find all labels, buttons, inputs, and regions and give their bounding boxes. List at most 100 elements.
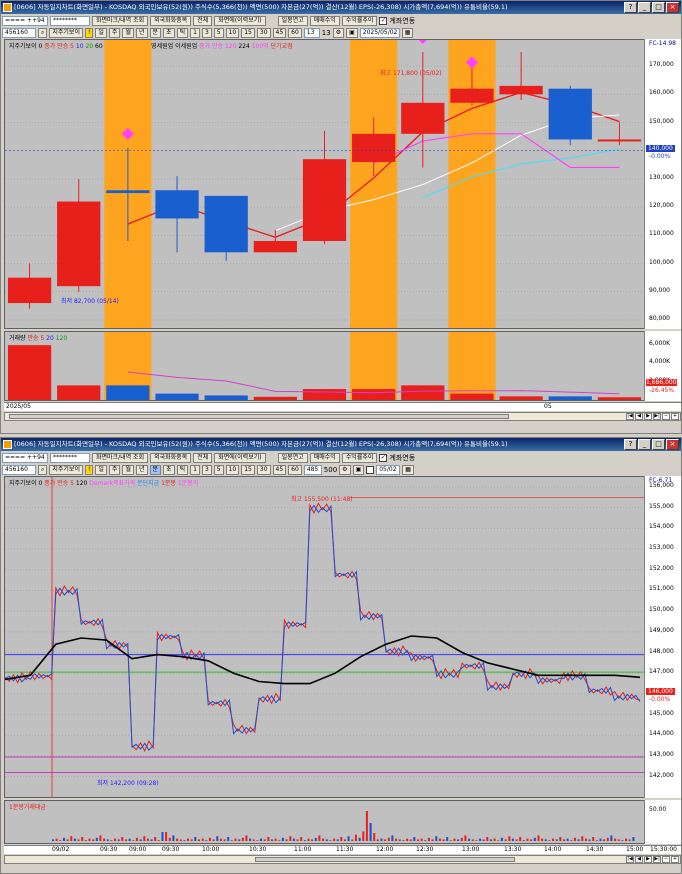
- scroll-next-icon[interactable]: ▶: [644, 856, 652, 863]
- interval-5[interactable]: 5: [213, 27, 224, 38]
- period-minute[interactable]: 분: [149, 27, 162, 38]
- volume-axis[interactable]: 50.00: [644, 800, 681, 844]
- volume-chart-panel[interactable]: 거래량 만승 5 20 120: [4, 331, 645, 401]
- interval-10[interactable]: 10: [225, 464, 240, 475]
- interval-30[interactable]: 30: [256, 464, 271, 475]
- zoom-out-icon[interactable]: −: [662, 413, 670, 420]
- interval-30[interactable]: 30: [256, 27, 271, 38]
- zoom-out-icon[interactable]: −: [662, 856, 670, 863]
- help-button[interactable]: ?: [624, 2, 637, 13]
- period-month[interactable]: 월: [122, 27, 134, 38]
- interval-3[interactable]: 3: [201, 27, 212, 38]
- query-button[interactable]: 화면마크/내역 조회: [92, 452, 149, 463]
- scroll-prev-icon[interactable]: ◀: [635, 856, 643, 863]
- period-minute[interactable]: 분: [149, 464, 162, 475]
- minimize-button[interactable]: _: [638, 439, 651, 450]
- date-input[interactable]: 2025/05/02: [359, 27, 400, 38]
- close-button[interactable]: ×: [666, 439, 679, 450]
- period-day[interactable]: 일: [95, 464, 107, 475]
- maximize-button[interactable]: □: [652, 2, 665, 13]
- price-axis[interactable]: FC-14.98 170,000 160,000 150,000 140,000 130…: [644, 39, 681, 329]
- period-month[interactable]: 월: [122, 464, 134, 475]
- maximize-button[interactable]: □: [652, 439, 665, 450]
- interval-45[interactable]: 45: [272, 464, 287, 475]
- period-week[interactable]: 주: [108, 464, 121, 475]
- query-button[interactable]: 화면마크/내역 조회: [92, 15, 149, 26]
- daily-button[interactable]: 일봉연고: [277, 452, 308, 463]
- scroll-last-icon[interactable]: ▶|: [653, 413, 661, 420]
- interval-10[interactable]: 10: [225, 27, 240, 38]
- scroll-first-icon[interactable]: |◀: [626, 413, 634, 420]
- account-input[interactable]: ==== ++94: [2, 452, 48, 463]
- interval-60[interactable]: 60: [288, 27, 302, 38]
- interval-1[interactable]: 1: [190, 464, 200, 475]
- chart-scrollbar[interactable]: |◀ ◀ ▶ ▶| − +: [4, 855, 681, 864]
- search-icon[interactable]: ⌕: [38, 27, 48, 38]
- trend-button[interactable]: 수익률추이: [341, 452, 378, 463]
- foreign-button[interactable]: 외국화화중목: [150, 15, 192, 26]
- period-tick[interactable]: 틱: [176, 27, 189, 38]
- account-link-checkbox[interactable]: ✓: [379, 453, 388, 462]
- interval-5[interactable]: 5: [213, 464, 224, 475]
- profit-button[interactable]: 매매수익: [309, 452, 340, 463]
- date-input[interactable]: 05/02: [376, 464, 401, 475]
- calendar-icon[interactable]: ▦: [401, 27, 414, 38]
- window-title-bar[interactable]: [0606] 자동일지차트(화면일부) - KOSDAQ 외국인보유(52(원)…: [1, 1, 681, 14]
- scroll-next-icon[interactable]: ▶: [644, 413, 652, 420]
- scroll-prev-icon[interactable]: ◀: [635, 413, 643, 420]
- period-tick[interactable]: 틱: [176, 464, 189, 475]
- scroll-first-icon[interactable]: |◀: [626, 856, 634, 863]
- search-icon[interactable]: ⌕: [38, 464, 48, 475]
- interval-60[interactable]: 60: [288, 464, 302, 475]
- close-button[interactable]: ×: [666, 2, 679, 13]
- period-week[interactable]: 주: [108, 27, 121, 38]
- profit-button[interactable]: 매매수익: [309, 15, 340, 26]
- password-input[interactable]: ********: [50, 15, 90, 26]
- settings-icon[interactable]: ⚙: [332, 27, 345, 38]
- trend-button[interactable]: 수익률추이: [341, 15, 378, 26]
- scroll-last-icon[interactable]: ▶|: [653, 856, 661, 863]
- interval-15[interactable]: 15: [241, 464, 255, 475]
- period-day[interactable]: 일: [95, 27, 107, 38]
- zoom-in-icon[interactable]: +: [671, 413, 679, 420]
- password-input[interactable]: ********: [50, 452, 90, 463]
- calendar-icon[interactable]: ▦: [402, 464, 414, 475]
- date-checkbox[interactable]: [366, 465, 375, 474]
- stock-name-label[interactable]: 지주기보이: [49, 464, 83, 475]
- chart-scrollbar[interactable]: |◀ ◀ ▶ ▶| − +: [4, 412, 681, 421]
- price-chart-panel[interactable]: 지주기보이 0 종가 만승 5 120 Demark목표가격 분단지금 1분봉 …: [4, 476, 645, 798]
- price-axis[interactable]: FC-6.71 156,000 155,000 154,000 153,000 152,…: [644, 476, 681, 798]
- window-title-bar[interactable]: [0606] 자동일지차트(화면일부) - KOSDAQ 외국인보유(52(원)…: [1, 438, 681, 451]
- count-input[interactable]: 13: [303, 27, 320, 38]
- stock-code-input[interactable]: 456160: [2, 464, 36, 475]
- interval-45[interactable]: 45: [272, 27, 287, 38]
- interval-3[interactable]: 3: [201, 464, 212, 475]
- all-button[interactable]: 전체: [193, 452, 213, 463]
- save-icon[interactable]: ▣: [352, 464, 365, 475]
- volume-axis[interactable]: 6,000K4,000K2,000K1,686,000-26.45%: [644, 331, 681, 401]
- foreign-button[interactable]: 외국화화중목: [150, 452, 192, 463]
- price-chart-panel[interactable]: 지주기보이 0 종가 만승 5 10 20 60 500억원다른세전 영세원업 …: [4, 39, 645, 329]
- daily-button[interactable]: 일봉연고: [277, 15, 308, 26]
- save-icon[interactable]: ▣: [346, 27, 358, 38]
- period-year[interactable]: 년: [135, 27, 148, 38]
- scroll-thumb[interactable]: [9, 414, 509, 419]
- volume-chart-panel[interactable]: 1분봉거래대금: [4, 800, 645, 844]
- settings-icon[interactable]: ⚙: [339, 464, 351, 475]
- stock-code-input[interactable]: 456160: [2, 27, 36, 38]
- account-link-checkbox[interactable]: ✓: [379, 16, 388, 25]
- period-year[interactable]: 년: [135, 464, 148, 475]
- all-button[interactable]: 전체: [193, 15, 213, 26]
- scroll-thumb[interactable]: [255, 857, 515, 862]
- count-input[interactable]: 485: [303, 464, 322, 475]
- history-button[interactable]: 화면에(이력보기): [214, 15, 266, 26]
- account-input[interactable]: ==== ++94: [2, 15, 48, 26]
- stock-name-label[interactable]: 지주기보이: [49, 27, 83, 38]
- interval-15[interactable]: 15: [241, 27, 255, 38]
- minimize-button[interactable]: _: [638, 2, 651, 13]
- interval-1[interactable]: 1: [190, 27, 200, 38]
- period-second[interactable]: 초: [163, 27, 175, 38]
- help-button[interactable]: ?: [624, 439, 637, 450]
- history-button[interactable]: 화면에(이력보기): [214, 452, 266, 463]
- zoom-in-icon[interactable]: +: [671, 856, 679, 863]
